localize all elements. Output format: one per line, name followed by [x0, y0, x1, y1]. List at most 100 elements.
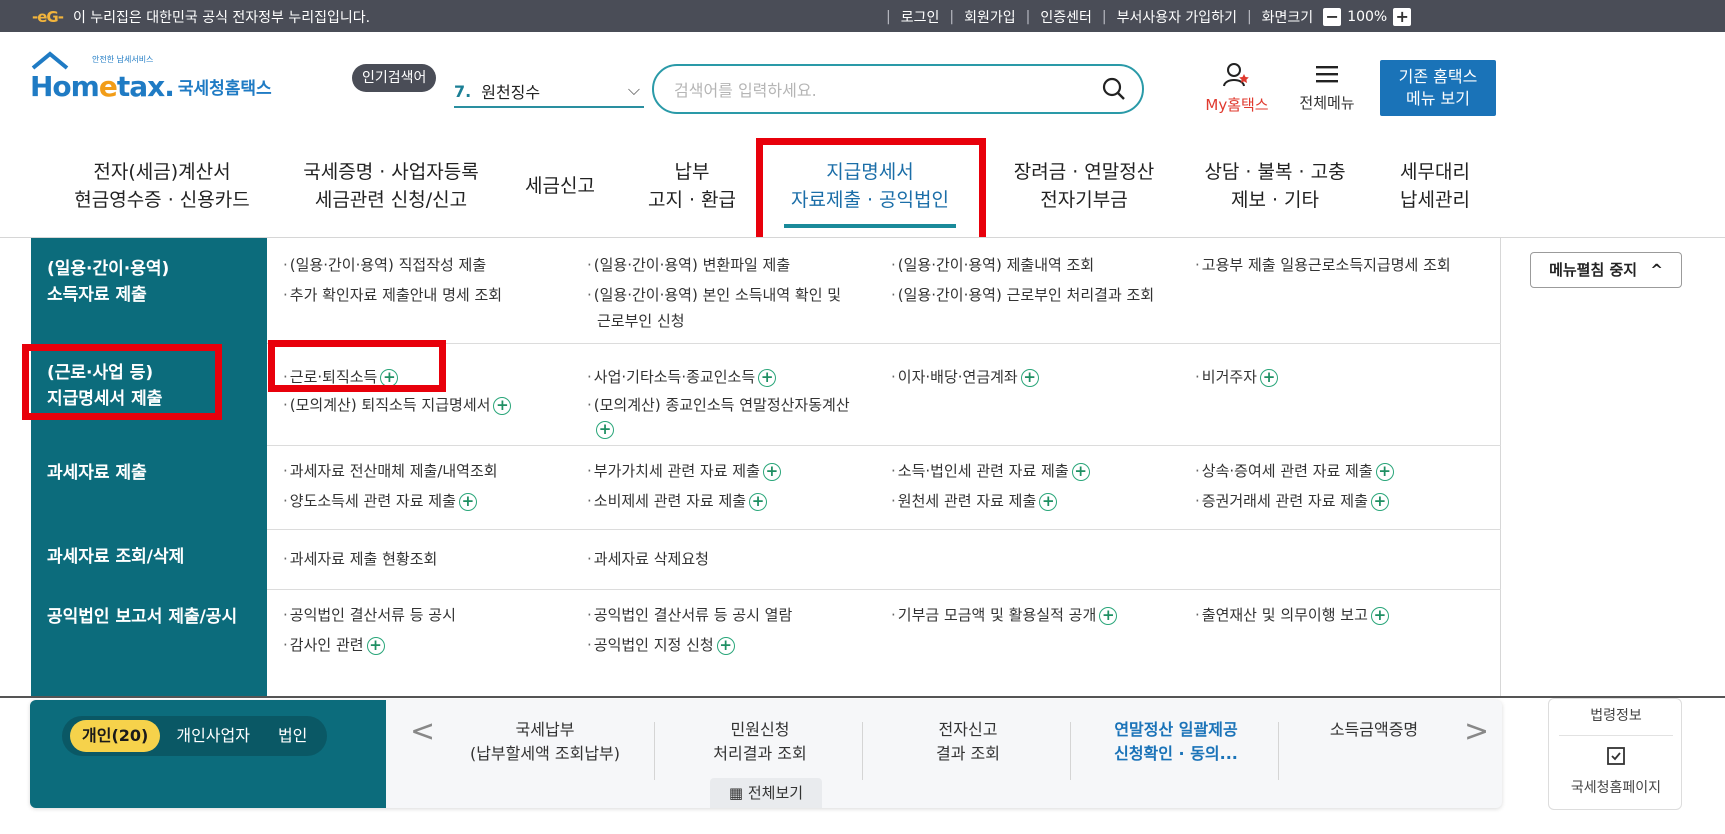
menu-link[interactable]: · 공익법인 결산서류 등 공시 열람 — [587, 600, 792, 630]
menu-link[interactable]: · 부가가치세 관련 자료 제출 + — [587, 456, 781, 486]
plus-icon[interactable]: + — [1071, 462, 1090, 481]
menu-link[interactable]: · 상속·증여세 관련 자료 제출 + — [1195, 456, 1394, 486]
menu-link[interactable]: · (일용·간이·용역) 변환파일 제출 — [587, 250, 790, 280]
highlight-box-menu-item — [268, 340, 446, 392]
plus-icon[interactable]: + — [458, 492, 477, 511]
nav-tax-return[interactable]: 세금신고 — [510, 172, 610, 200]
menu-link-plus[interactable]: + — [593, 414, 614, 444]
user-type-tabs: 개인(20) 개인사업자 법인 — [62, 716, 328, 756]
plus-icon[interactable]: + — [762, 462, 781, 481]
nav-tax-agent[interactable]: 세무대리 납세관리 — [1380, 158, 1490, 214]
menu-link[interactable]: · 소비제세 관련 자료 제출 + — [587, 486, 768, 516]
menu-link[interactable]: · 과세자료 전산매체 제출/내역조회 — [283, 456, 498, 486]
plus-icon[interactable]: + — [1370, 606, 1389, 625]
nts-homepage-link[interactable]: 국세청홈페이지 — [1549, 777, 1683, 797]
menu-link-cont[interactable]: 근로부인 신청 — [597, 306, 685, 336]
plus-icon[interactable]: + — [1039, 492, 1058, 511]
plus-icon[interactable]: + — [758, 368, 777, 387]
category-tax-data-query[interactable]: 과세자료 조회/삭제 — [47, 544, 184, 570]
menu-link[interactable]: · 기부금 모금액 및 활용실적 공개 + — [891, 600, 1118, 630]
zoom-out-button[interactable]: − — [1323, 8, 1342, 26]
menu-link[interactable]: · 과세자료 제출 현황조회 — [283, 544, 437, 574]
menu-link[interactable]: · 공익법인 지정 신청 + — [587, 630, 735, 660]
plus-icon[interactable]: + — [749, 492, 768, 511]
plus-icon[interactable]: + — [596, 420, 614, 439]
search-icon[interactable] — [1102, 77, 1126, 101]
plus-icon[interactable]: + — [1099, 606, 1118, 625]
law-info-link[interactable]: 법령정보 — [1549, 705, 1683, 725]
plus-icon[interactable]: + — [1020, 368, 1039, 387]
user-type-panel: 개인(20) 개인사업자 법인 — [30, 700, 386, 808]
menu-link[interactable]: · (일용·간이·용역) 근로부인 처리결과 조회 — [891, 280, 1154, 310]
highlight-box-category — [22, 344, 222, 420]
menu-link[interactable]: · (일용·간이·용역) 제출내역 조회 — [891, 250, 1094, 280]
menu-link[interactable]: · 공익법인 결산서류 등 공시 — [283, 600, 456, 630]
signup-link[interactable]: 회원가입 — [964, 7, 1016, 27]
my-hometax-button[interactable]: My홈택스 — [1194, 62, 1280, 115]
menu-link[interactable]: · (모의계산) 종교인소득 연말정산자동계산 — [587, 390, 850, 420]
quick-yearend-bulk[interactable]: 연말정산 일괄제공 신청확인 · 동의... — [1076, 718, 1276, 766]
plus-icon[interactable]: + — [1259, 368, 1278, 387]
popular-rank: 7. — [454, 81, 472, 101]
menu-collapse-button[interactable]: 메뉴펼침 중지 ^ — [1530, 252, 1682, 288]
old-hometax-menu-button[interactable]: 기존 홈택스 메뉴 보기 — [1380, 60, 1496, 116]
plus-icon[interactable]: + — [1375, 462, 1394, 481]
menu-row: · 과세자료 전산매체 제출/내역조회 · 양도소득세 관련 자료 제출 + · 부가가… — [267, 446, 1501, 530]
menu-link[interactable]: · 감사인 관련 + — [283, 630, 385, 660]
my-hometax-label: My홈택스 — [1205, 96, 1269, 114]
zoom-in-button[interactable]: + — [1393, 8, 1412, 26]
nav-certificate-registration[interactable]: 국세증명 · 사업자등록 세금관련 신청/신고 — [276, 158, 506, 214]
category-public-interest[interactable]: 공익법인 보고서 제출/공시 — [47, 604, 237, 630]
menu-link[interactable]: · 추가 확인자료 제출안내 명세 조회 — [283, 280, 502, 310]
menu-link[interactable]: · 양도소득세 관련 자료 제출 + — [283, 486, 477, 516]
gov-notice-text[interactable]: 이 누리집은 대한민국 공식 전자정부 누리집입니다. — [73, 7, 370, 27]
hamburger-icon — [1316, 66, 1338, 83]
logo-tagline: 안전한 납세서비스 — [92, 55, 154, 64]
menu-link[interactable]: · 과세자료 삭제요청 — [587, 544, 709, 574]
view-all-button[interactable]: ▦ 전체보기 — [710, 778, 822, 808]
menu-link[interactable]: · (일용·간이·용역) 직접작성 제출 — [283, 250, 486, 280]
hometax-logo[interactable]: 안전한 납세서비스 Hometax. 국세청홈택스 — [30, 51, 272, 103]
menu-link[interactable]: · 고용부 제출 일용근로소득지급명세 조회 — [1195, 250, 1451, 280]
menu-link[interactable]: · 비거주자 + — [1195, 362, 1278, 392]
tab-corporation[interactable]: 법인 — [266, 720, 319, 752]
category-tax-data-submit[interactable]: 과세자료 제출 — [47, 460, 147, 486]
quick-e-filing-result[interactable]: 전자신고 결과 조회 — [868, 718, 1068, 766]
menu-link[interactable]: · 증권거래세 관련 자료 제출 + — [1195, 486, 1389, 516]
all-menu-button[interactable]: 전체메뉴 — [1290, 62, 1364, 113]
document-check-icon — [1607, 747, 1625, 765]
dept-user-signup-link[interactable]: 부서사용자 가입하기 — [1117, 7, 1237, 27]
tab-individual[interactable]: 개인(20) — [70, 720, 161, 752]
quick-income-certificate[interactable]: 소득금액증명 — [1284, 718, 1464, 742]
login-link[interactable]: 로그인 — [901, 7, 940, 27]
plus-icon[interactable]: + — [1370, 492, 1389, 511]
cert-center-link[interactable]: 인증센터 — [1040, 7, 1092, 27]
menu-link[interactable]: · 이자·배당·연금계좌 + — [891, 362, 1039, 392]
quick-service-bar: 개인(20) 개인사업자 법인 < 국세납부 (납부할세액 조회납부) 민원신청 처… — [30, 700, 1502, 808]
plus-icon[interactable]: + — [366, 636, 385, 655]
nav-incentive-yearend[interactable]: 장려금 · 연말정산 전자기부금 — [996, 158, 1172, 214]
tab-sole-proprietor[interactable]: 개인사업자 — [164, 720, 262, 752]
chevron-right-icon[interactable]: > — [1464, 714, 1489, 749]
chevron-left-icon[interactable]: < — [410, 714, 435, 749]
menu-link[interactable]: · 원천세 관련 자료 제출 + — [891, 486, 1058, 516]
menu-link[interactable]: · 소득·법인세 관련 자료 제출 + — [891, 456, 1090, 486]
logo-korean: 국세청홈택스 — [177, 79, 272, 99]
menu-link[interactable]: · (모의계산) 퇴직소득 지급명세서 + — [283, 390, 512, 420]
menu-link[interactable]: · 사업·기타소득·종교인소득 + — [587, 362, 777, 392]
chevron-up-icon: ^ — [1650, 261, 1663, 279]
nav-consult-appeal[interactable]: 상담 · 불복 · 고충 제보 · 기타 — [1190, 158, 1360, 214]
popular-search-select[interactable]: 7. 원천징수 ⌵ — [454, 76, 644, 108]
submenu-panel: · (일용·간이·용역) 직접작성 제출 · 추가 확인자료 제출안내 명세 조회 … — [267, 238, 1501, 696]
user-star-icon — [1223, 63, 1249, 87]
search-input[interactable] — [674, 78, 1074, 102]
plus-icon[interactable]: + — [716, 636, 735, 655]
quick-petition-result[interactable]: 민원신청 처리결과 조회 — [660, 718, 860, 766]
category-daily-income[interactable]: (일용·간이·용역) 소득자료 제출 — [47, 256, 169, 308]
popular-search-label: 인기검색어 — [352, 64, 437, 92]
menu-link[interactable]: · 출연재산 및 의무이행 보고 + — [1195, 600, 1389, 630]
nav-payment[interactable]: 납부 고지 · 환급 — [626, 158, 758, 214]
nav-tax-invoice[interactable]: 전자(세금)계산서 현금영수증 · 신용카드 — [56, 158, 268, 214]
quick-tax-payment[interactable]: 국세납부 (납부할세액 조회납부) — [440, 718, 650, 766]
plus-icon[interactable]: + — [493, 396, 512, 415]
